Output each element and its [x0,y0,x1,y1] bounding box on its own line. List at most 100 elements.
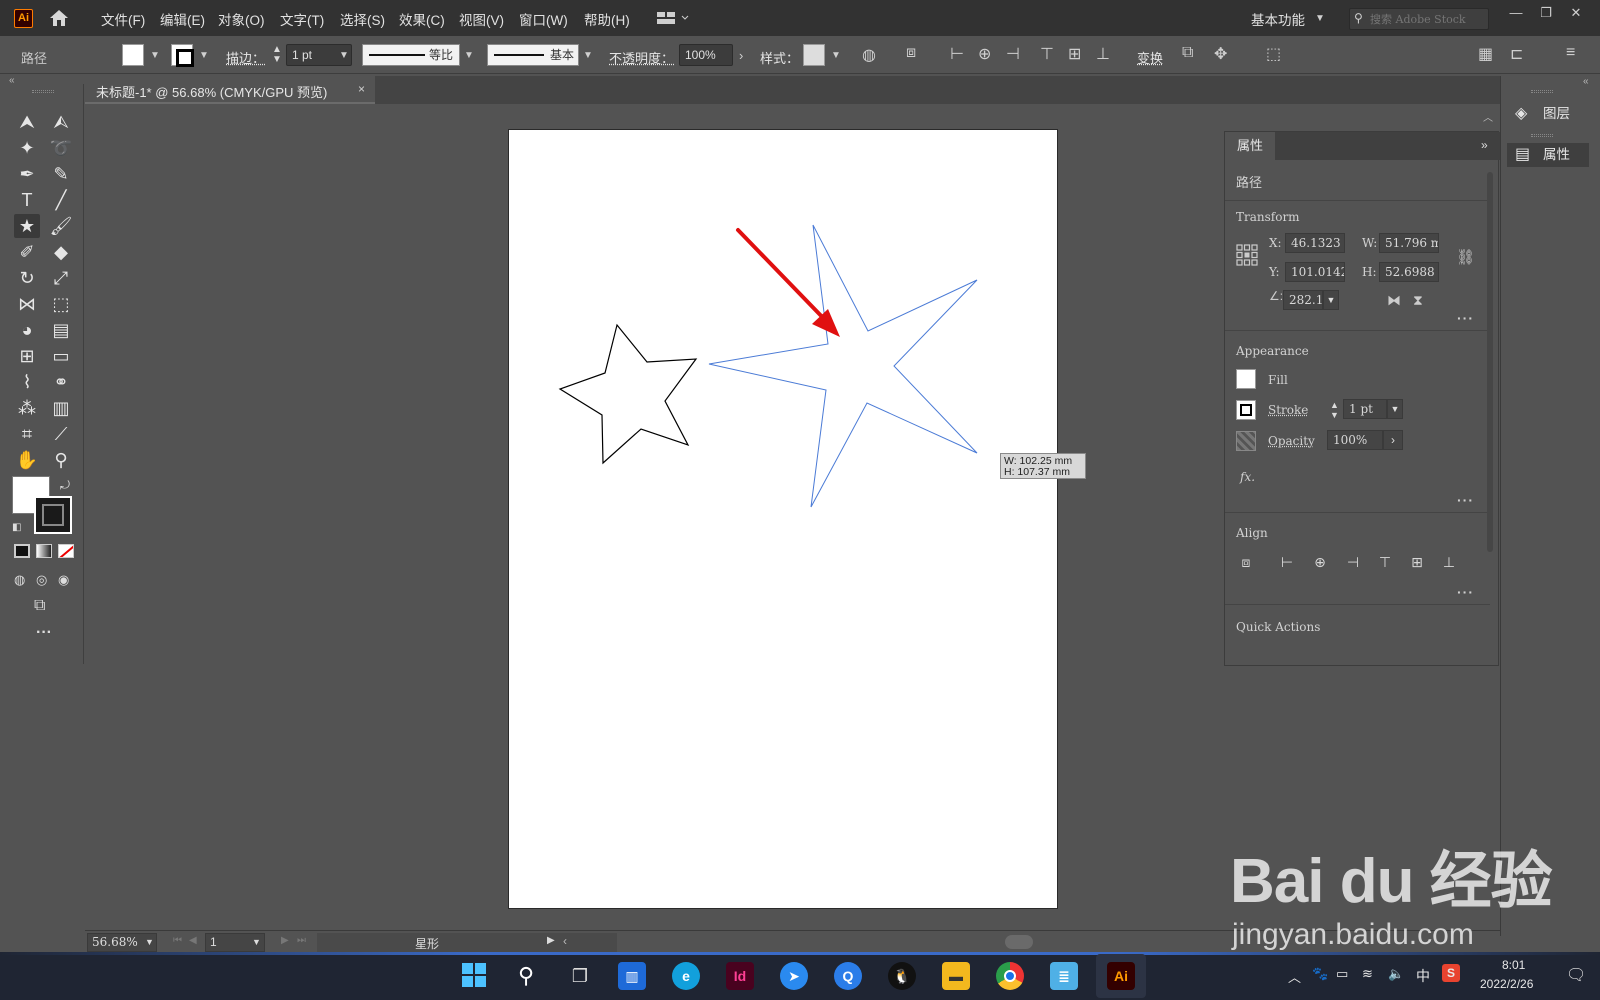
edge-icon[interactable]: e [672,962,700,990]
fill-swatch[interactable] [1236,369,1256,389]
maximize-icon[interactable]: ❐ [1536,5,1556,23]
screen-mode-icon[interactable]: ⧉ [34,597,45,615]
panel-options-icon[interactable]: ▦ [1478,44,1493,64]
align-vcenter-icon[interactable]: ⊞ [1407,554,1427,574]
rotate-field[interactable]: 282.1 [1283,290,1323,310]
qq-browser-icon[interactable]: Q [834,962,862,990]
scale-tool-icon[interactable]: ⤢ [48,266,74,290]
first-artboard-icon[interactable]: ⏮ [173,935,182,946]
magic-wand-tool-icon[interactable]: ✦ [14,136,40,160]
menu-file[interactable]: 文件(F) [101,9,145,29]
menu-view[interactable]: 视图(V) [459,9,504,29]
transform-more-icon[interactable]: ··· [1457,310,1474,326]
align-bottom-icon[interactable]: ⊥ [1096,44,1110,64]
stroke-color-box[interactable] [34,496,72,534]
minimize-icon[interactable]: — [1506,5,1526,23]
chevron-down-icon[interactable]: ▼ [464,50,474,61]
chevron-down-icon[interactable]: ▼ [1315,13,1325,24]
star-tool-icon[interactable]: ★ [14,214,40,238]
ime-indicator[interactable]: 中 [1416,966,1430,986]
stroke-weight-field[interactable]: 1 pt [1343,399,1387,419]
document-tab[interactable]: 未标题-1* @ 56.68% (CMYK/GPU 预览) × [85,76,375,104]
layers-panel-button[interactable]: ◈ 图层 [1507,102,1589,126]
hand-tool-icon[interactable]: ✋ [14,448,40,472]
menu-select[interactable]: 选择(S) [340,9,385,29]
width-tool-icon[interactable]: ⋈ [14,292,40,316]
swap-colors-icon[interactable]: ⤾ [60,478,70,493]
menu-lines-icon[interactable]: ≡ [1566,44,1575,62]
workspace-switcher[interactable]: 基本功能 [1251,9,1305,29]
blend-tool-icon[interactable]: ⚭ [48,370,74,394]
draw-normal-icon[interactable]: ◍ [14,572,25,588]
stroke-stepper[interactable]: ▲ ▼ [1330,400,1339,420]
properties-panel-button[interactable]: ▤ 属性 [1507,143,1589,167]
collapse-right-icon[interactable]: « [1583,76,1589,87]
eraser-tool-icon[interactable]: ◆ [48,240,74,264]
feishu-icon[interactable]: ➤ [780,962,808,990]
menu-type[interactable]: 文字(T) [280,9,324,29]
task-view-icon[interactable]: ❐ [566,962,594,990]
search-input[interactable] [1370,11,1482,27]
tray-overflow-icon[interactable]: ︿ [1288,967,1301,986]
flip-vertical-icon[interactable]: ⧗ [1413,292,1423,309]
next-artboard-icon[interactable]: ▶ [281,935,289,946]
align-top-icon[interactable]: ⊤ [1375,554,1395,574]
variable-width-profile[interactable]: 等比 [362,44,460,66]
lasso-tool-icon[interactable]: ➰ [48,136,74,160]
clock-date[interactable]: 2022/2/26 [1480,977,1533,991]
align-bottom-icon[interactable]: ⊥ [1439,554,1459,574]
symbol-sprayer-tool-icon[interactable]: ⁂ [14,396,40,420]
tray-app-icon[interactable]: 🐾 [1312,966,1328,982]
stroke-weight-dropdown[interactable]: ▼ [1387,399,1403,419]
gradient-tool-icon[interactable]: ▭ [48,344,74,368]
pen-tool-icon[interactable]: ✒ [14,162,40,186]
align-to-icon[interactable]: ⧈ [1236,554,1256,574]
edit-toolbar-icon[interactable]: ··· [36,624,52,642]
status-menu-icon[interactable]: ▶ [547,935,555,946]
search-icon[interactable]: ⚲ [512,962,540,990]
gradient-mode-icon[interactable] [36,544,52,558]
opacity-field[interactable]: 100% [1327,430,1383,450]
chevron-down-icon[interactable]: ▼ [339,50,349,61]
notification-icon[interactable]: 🗨 [1566,965,1586,985]
stroke-label[interactable]: Stroke [1268,403,1308,417]
file-explorer-icon[interactable]: ▬ [942,962,970,990]
rotate-dropdown[interactable]: ▼ [1323,290,1339,310]
home-icon[interactable] [48,8,70,28]
align-left-icon[interactable]: ⊢ [950,44,964,64]
puppet-warp-icon[interactable]: ✥ [1214,44,1227,64]
volume-icon[interactable]: 🔈 [1388,966,1404,982]
horizontal-scroll-thumb[interactable] [1005,935,1033,949]
flip-horizontal-icon[interactable]: ⧓ [1387,292,1401,309]
sogou-icon[interactable]: S [1442,964,1460,982]
shape-builder-tool-icon[interactable]: ◕ [14,318,40,342]
constrain-proportions-icon[interactable]: ⛓ [1456,248,1475,266]
draw-inside-icon[interactable]: ◉ [58,572,69,588]
align-hcenter-icon[interactable]: ⊕ [1310,554,1330,574]
stroke-stepper[interactable]: ▲ ▼ [272,45,282,65]
opacity-label[interactable]: 不透明度： [609,48,674,67]
menu-help[interactable]: 帮助(H) [584,9,630,29]
fx-icon[interactable]: fx. [1240,470,1255,484]
opacity-label[interactable]: Opacity [1268,434,1315,448]
opacity-input[interactable]: 100% [679,44,733,66]
artboard-tool-icon[interactable]: ⌗ [14,422,40,446]
direct-selection-tool-icon[interactable]: ⮙ [48,110,74,134]
eyedropper-tool-icon[interactable]: ⌇ [14,370,40,394]
chrome-icon[interactable] [996,962,1024,990]
stroke-swatch[interactable] [171,44,194,67]
graphic-style-swatch[interactable] [803,44,825,66]
h-field[interactable]: 52.6988 [1379,262,1439,282]
menu-object[interactable]: 对象(O) [218,9,265,29]
close-icon[interactable]: ✕ [1566,5,1586,23]
artboard[interactable] [508,129,1058,909]
mesh-tool-icon[interactable]: ⊞ [14,344,40,368]
battery-icon[interactable]: ▭ [1336,966,1348,982]
align-to-icon[interactable]: ⧈ [906,44,916,62]
align-vcenter-icon[interactable]: ⊞ [1068,44,1081,64]
close-tab-icon[interactable]: × [358,82,365,96]
align-right-icon[interactable]: ⊣ [1343,554,1363,574]
panel-scrollbar[interactable] [1487,172,1493,552]
tab-properties[interactable]: 属性 [1225,132,1275,160]
illustrator-icon[interactable]: Ai [1107,962,1135,990]
